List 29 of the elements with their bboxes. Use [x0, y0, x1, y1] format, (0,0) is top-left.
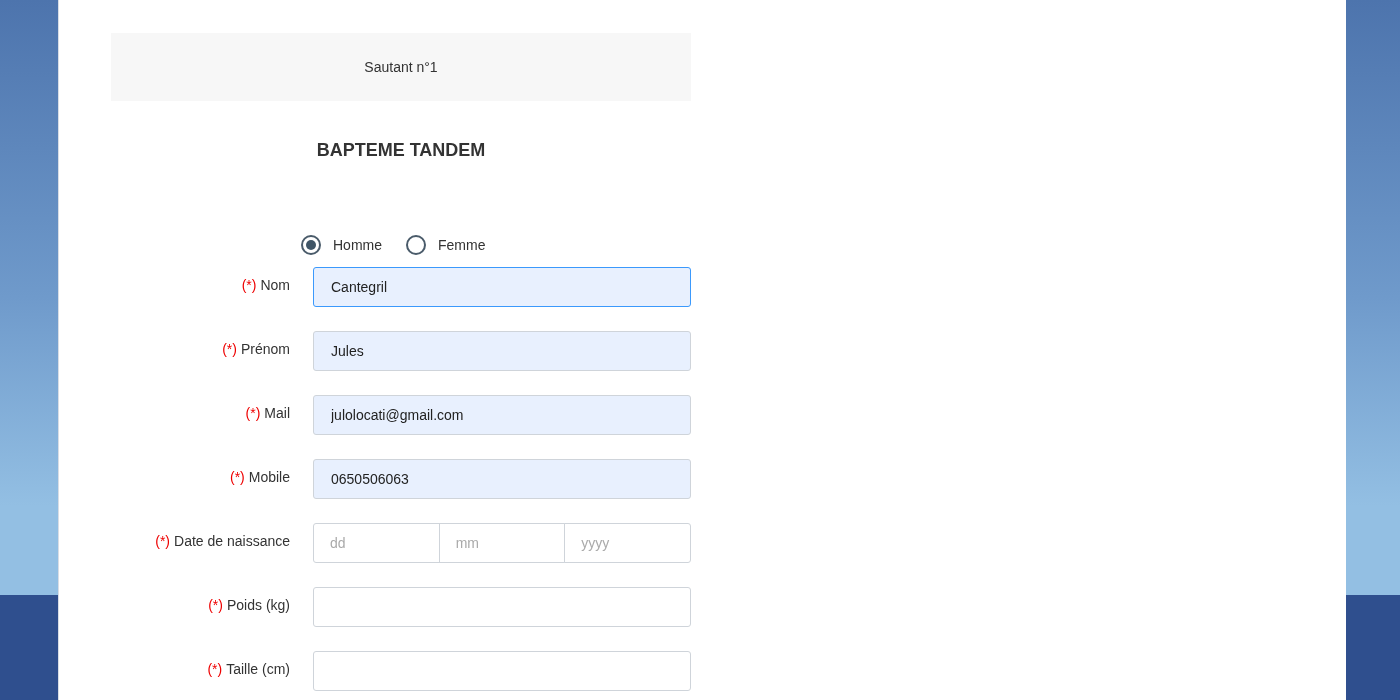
input-field[interactable]	[313, 587, 691, 627]
required-mark: (*)	[207, 661, 223, 677]
field-label: Date de naissance	[174, 533, 290, 549]
radio-option[interactable]: Femme	[406, 235, 486, 255]
input-field[interactable]: Jules	[313, 331, 691, 371]
radio-icon[interactable]	[406, 235, 426, 255]
date-part-field[interactable]: yyyy	[564, 523, 691, 563]
required-mark: (*)	[241, 277, 257, 293]
input-field[interactable]: Cantegril	[313, 267, 691, 307]
field-label: Nom	[260, 277, 290, 293]
required-mark: (*)	[208, 597, 223, 613]
radio-icon[interactable]	[301, 235, 321, 255]
input-field[interactable]: 0650506063	[313, 459, 691, 499]
required-mark: (*)	[229, 469, 245, 485]
field-label: Taille (cm)	[226, 661, 290, 677]
radio-option[interactable]: Homme	[301, 235, 382, 255]
date-part-field[interactable]: dd	[313, 523, 440, 563]
required-mark: (*)	[222, 341, 237, 357]
field-label: Mobile	[248, 469, 290, 485]
date-part-field[interactable]: mm	[438, 523, 566, 563]
field-label: Mail	[264, 405, 290, 421]
field-label: Prénom	[240, 341, 290, 357]
input-field[interactable]	[313, 651, 691, 691]
input-field[interactable]: julolocati@gmail.com	[313, 395, 691, 435]
field-label: Poids (kg)	[226, 597, 290, 613]
required-mark: (*)	[245, 405, 261, 421]
required-mark: (*)	[155, 533, 171, 549]
section-title: BAPTEME TANDEM	[315, 140, 487, 162]
header-title: Sautant n°1	[364, 59, 438, 75]
